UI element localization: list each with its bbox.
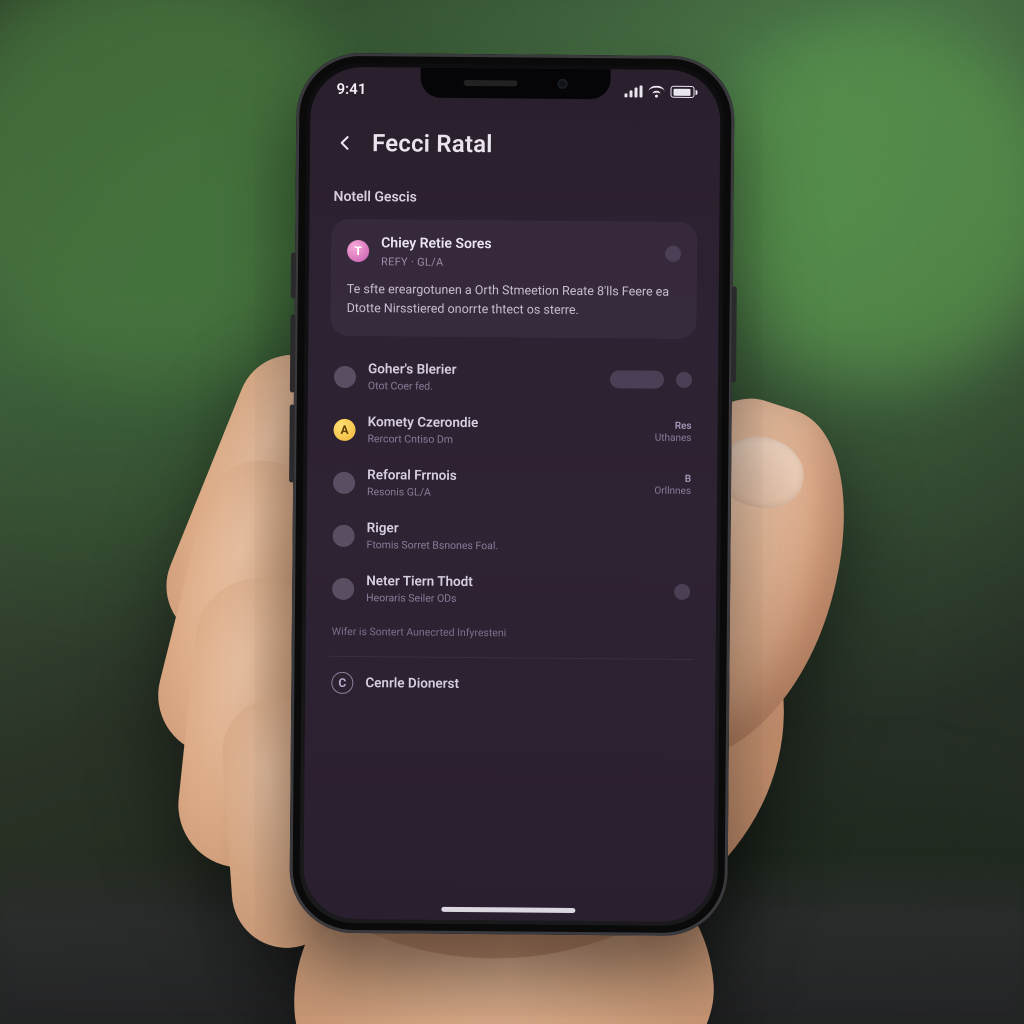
featured-icon: T <box>347 240 369 262</box>
item-subtitle: Heoraris Seiler ODs <box>366 591 662 607</box>
divider <box>328 656 694 660</box>
list-item[interactable]: Neter Tiern Thodt Heoraris Seiler ODs <box>328 562 694 618</box>
featured-title: Chiey Retie Sores <box>381 235 653 255</box>
volume-up-button <box>290 314 296 392</box>
battery-icon <box>670 86 694 98</box>
side-button-right <box>731 286 737 382</box>
status-time: 9:41 <box>336 80 366 98</box>
featured-description: Te sfte ereargotunen a Orth Stmeetion Re… <box>347 279 681 321</box>
item-subtitle: Resonis GL/A <box>367 485 642 500</box>
item-icon <box>333 472 355 494</box>
item-trailing-dot <box>676 372 692 388</box>
ring-switch <box>291 252 296 298</box>
phone-device: 9:41 Fecci Ratal Notell Gescis T Chiey R <box>289 53 735 937</box>
speaker-grille <box>464 80 518 86</box>
notch <box>420 68 610 100</box>
item-subtitle: Rercort Cntiso Dm <box>367 432 642 447</box>
wifi-icon <box>648 86 664 98</box>
item-icon <box>333 525 355 547</box>
chevron-left-icon <box>335 133 355 153</box>
list-item[interactable]: C Cenrle Dionerst <box>327 661 693 708</box>
item-icon <box>334 366 356 388</box>
item-icon <box>332 578 354 600</box>
item-title: Riger <box>367 520 691 539</box>
item-subtitle: Ftomis Sorret Bsnones Foal. <box>366 538 690 554</box>
item-title: Goher's Blerier <box>368 361 598 379</box>
featured-trailing-dot <box>665 246 681 262</box>
item-trailing-tag: B Orllnnes <box>654 474 691 497</box>
cellular-icon <box>624 85 642 97</box>
front-camera <box>558 79 568 89</box>
back-button[interactable] <box>332 130 358 156</box>
item-title: Komety Czerondie <box>368 414 643 432</box>
item-icon: A <box>333 419 355 441</box>
featured-card[interactable]: T Chiey Retie Sores REFY · GL/A Te sfte … <box>330 219 697 339</box>
item-trailing-pill <box>610 370 664 388</box>
list-item[interactable]: Riger Ftomis Sorret Bsnones Foal. <box>328 509 694 565</box>
item-subtitle: Otot Coer fed. <box>368 379 598 394</box>
volume-down-button <box>289 404 295 482</box>
footer-note: Wifer is Sontert Aunecrted Infyresteni <box>332 625 690 641</box>
item-title: Neter Tiern Thodt <box>366 573 662 592</box>
featured-subtitle: REFY · GL/A <box>381 255 653 270</box>
list-item[interactable]: A Komety Czerondie Rercort Cntiso Dm Res… <box>329 403 695 459</box>
section-label: Notell Gescis <box>334 189 696 208</box>
list-item[interactable]: Reforal Frrnois Resonis GL/A B Orllnnes <box>329 456 695 512</box>
list-item[interactable]: Goher's Blerier Otot Coer fed. <box>330 350 696 406</box>
item-icon: C <box>331 672 353 694</box>
page-title: Fecci Ratal <box>372 129 493 158</box>
item-trailing-dot <box>674 584 690 600</box>
screen: 9:41 Fecci Ratal Notell Gescis T Chiey R <box>303 67 720 923</box>
item-title: Cenrle Dionerst <box>365 675 689 694</box>
item-title: Reforal Frrnois <box>367 467 642 485</box>
item-trailing-tag: Res Uthanes <box>655 421 692 444</box>
